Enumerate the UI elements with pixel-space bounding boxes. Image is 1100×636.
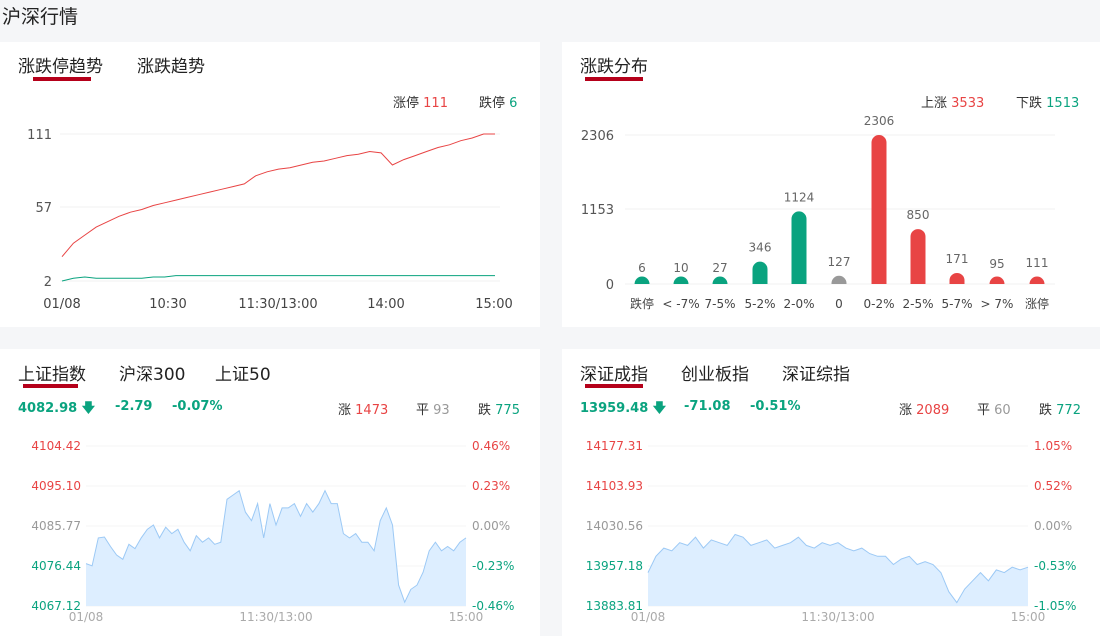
price-axis-label: 14030.56 [586, 519, 643, 533]
pct-axis-label: 0.52% [1034, 479, 1072, 493]
price-area [648, 534, 1028, 606]
x-tick-label: 01/08 [631, 610, 666, 624]
pct-axis-label: -0.53% [1034, 559, 1076, 573]
pct-axis-label: 1.05% [1034, 439, 1072, 453]
price-axis-label: 13957.18 [586, 559, 643, 573]
x-tick-label: 11:30/13:00 [801, 610, 874, 624]
sz-index-chart: 14177.31 1.05% 14103.93 0.52% 14030.56 0.00% 1… [586, 439, 1077, 624]
price-axis-label: 14177.31 [586, 439, 643, 453]
price-axis-label: 14103.93 [586, 479, 643, 493]
x-tick-label: 15:00 [1011, 610, 1046, 624]
pct-axis-label: 0.00% [1034, 519, 1072, 533]
